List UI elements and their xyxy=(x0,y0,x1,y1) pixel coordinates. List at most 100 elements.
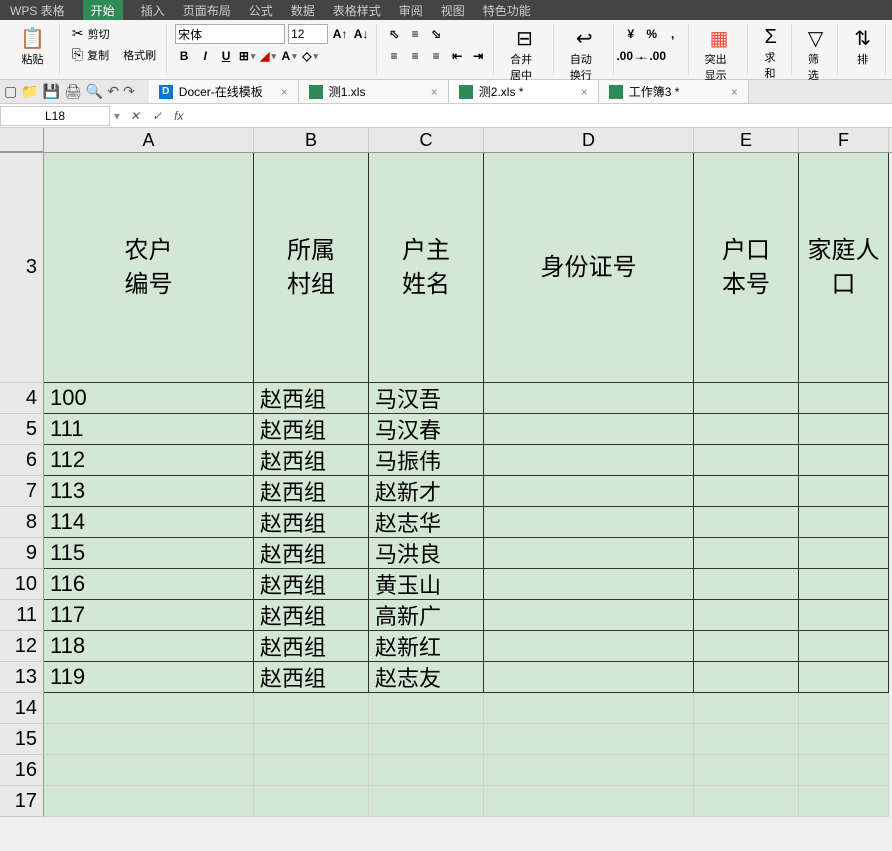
italic-button[interactable]: I xyxy=(196,47,214,65)
cell[interactable]: 高新广 xyxy=(369,600,484,631)
cell[interactable]: 111 xyxy=(44,414,254,445)
cell[interactable] xyxy=(799,786,889,817)
wrap-text-button[interactable]: ↩ 自动换行 xyxy=(562,24,607,85)
header-cell-A[interactable]: 农户 编号 xyxy=(44,153,254,383)
cut-button[interactable]: ✂ 剪切 xyxy=(68,24,160,43)
cell[interactable] xyxy=(254,724,369,755)
row-header[interactable]: 4 xyxy=(0,383,44,414)
menu-item[interactable]: 公式 xyxy=(249,2,273,19)
row-header[interactable]: 9 xyxy=(0,538,44,569)
tab-file-1[interactable]: 测1.xls × xyxy=(299,80,449,103)
font-color-button[interactable]: A▾ xyxy=(280,47,298,65)
cell[interactable]: 马汉春 xyxy=(369,414,484,445)
cell[interactable] xyxy=(799,445,889,476)
cell[interactable] xyxy=(484,693,694,724)
cell[interactable]: 117 xyxy=(44,600,254,631)
header-cell-F[interactable]: 家庭人 口 xyxy=(799,153,889,383)
align-middle-icon[interactable]: ≡ xyxy=(406,25,424,43)
cell[interactable] xyxy=(694,383,799,414)
cell[interactable] xyxy=(799,662,889,693)
cell[interactable]: 黄玉山 xyxy=(369,569,484,600)
menu-item[interactable]: 表格样式 xyxy=(333,2,381,19)
cell[interactable] xyxy=(694,538,799,569)
sum-button[interactable]: Σ 求和 xyxy=(756,24,784,83)
cell[interactable]: 赵西组 xyxy=(254,383,369,414)
merge-center-button[interactable]: ⊟ 合并居中 xyxy=(502,24,547,85)
cell[interactable] xyxy=(369,724,484,755)
indent-increase-icon[interactable]: ⇥ xyxy=(469,47,487,65)
cell[interactable] xyxy=(484,662,694,693)
cell[interactable] xyxy=(694,662,799,693)
currency-button[interactable]: ¥ xyxy=(622,25,640,43)
font-name-select[interactable] xyxy=(175,24,285,44)
cell[interactable] xyxy=(484,724,694,755)
cell[interactable]: 赵西组 xyxy=(254,445,369,476)
header-cell-B[interactable]: 所属 村组 xyxy=(254,153,369,383)
close-icon[interactable]: × xyxy=(431,85,438,99)
cell[interactable] xyxy=(799,724,889,755)
comma-button[interactable]: , xyxy=(664,25,682,43)
cell[interactable] xyxy=(694,631,799,662)
open-icon[interactable]: 📁 xyxy=(21,83,38,100)
cell[interactable] xyxy=(484,631,694,662)
redo-icon[interactable]: ↷ xyxy=(123,83,135,100)
cell[interactable] xyxy=(484,507,694,538)
new-icon[interactable]: ▢ xyxy=(4,83,17,100)
decrease-decimal-icon[interactable]: ←.00 xyxy=(643,47,661,65)
cell[interactable] xyxy=(799,383,889,414)
format-painter-button[interactable]: 格式刷 xyxy=(119,45,160,64)
cell[interactable] xyxy=(799,476,889,507)
cell[interactable] xyxy=(799,569,889,600)
cell[interactable] xyxy=(694,445,799,476)
cell[interactable] xyxy=(484,786,694,817)
bold-button[interactable]: B xyxy=(175,47,193,65)
cell[interactable]: 赵新红 xyxy=(369,631,484,662)
cell[interactable] xyxy=(484,600,694,631)
align-center-icon[interactable]: ≡ xyxy=(406,47,424,65)
print-icon[interactable]: 🖨 xyxy=(64,83,82,100)
close-icon[interactable]: × xyxy=(581,85,588,99)
save-icon[interactable]: 💾 xyxy=(43,83,60,100)
cell[interactable] xyxy=(694,476,799,507)
cell[interactable] xyxy=(484,383,694,414)
dropdown-icon[interactable]: ▾ xyxy=(110,109,124,123)
cell[interactable] xyxy=(799,600,889,631)
header-cell-E[interactable]: 户口 本号 xyxy=(694,153,799,383)
cell[interactable] xyxy=(799,507,889,538)
cell[interactable] xyxy=(694,693,799,724)
cell[interactable] xyxy=(694,507,799,538)
cell[interactable]: 赵新才 xyxy=(369,476,484,507)
align-right-icon[interactable]: ≡ xyxy=(427,47,445,65)
cell[interactable] xyxy=(694,569,799,600)
cell[interactable]: 116 xyxy=(44,569,254,600)
paste-button[interactable]: 📋 粘贴 xyxy=(12,24,53,69)
cell[interactable] xyxy=(694,786,799,817)
sort-button[interactable]: ⇅ 排 xyxy=(846,24,879,69)
undo-icon[interactable]: ↶ xyxy=(107,83,119,100)
menu-item[interactable]: WPS 表格 xyxy=(10,2,65,19)
col-header-A[interactable]: A xyxy=(44,128,254,152)
row-header[interactable]: 14 xyxy=(0,693,44,724)
row-header[interactable]: 17 xyxy=(0,786,44,817)
select-all-corner[interactable] xyxy=(0,128,44,152)
cell[interactable] xyxy=(799,631,889,662)
cell[interactable]: 115 xyxy=(44,538,254,569)
cell[interactable] xyxy=(369,755,484,786)
fx-icon[interactable]: fx xyxy=(168,109,189,123)
underline-button[interactable]: U xyxy=(217,47,235,65)
row-header[interactable]: 12 xyxy=(0,631,44,662)
cell[interactable] xyxy=(484,445,694,476)
cell[interactable]: 赵西组 xyxy=(254,662,369,693)
cell[interactable] xyxy=(369,786,484,817)
tab-file-2[interactable]: 测2.xls * × xyxy=(449,80,599,103)
cell[interactable] xyxy=(484,476,694,507)
cell[interactable]: 113 xyxy=(44,476,254,507)
cell[interactable] xyxy=(484,538,694,569)
cell[interactable] xyxy=(694,724,799,755)
indent-decrease-icon[interactable]: ⇤ xyxy=(448,47,466,65)
menu-item[interactable]: 特色功能 xyxy=(483,2,531,19)
cell[interactable]: 赵西组 xyxy=(254,631,369,662)
close-icon[interactable]: × xyxy=(281,85,288,99)
cell[interactable] xyxy=(369,693,484,724)
name-box[interactable] xyxy=(0,106,110,126)
